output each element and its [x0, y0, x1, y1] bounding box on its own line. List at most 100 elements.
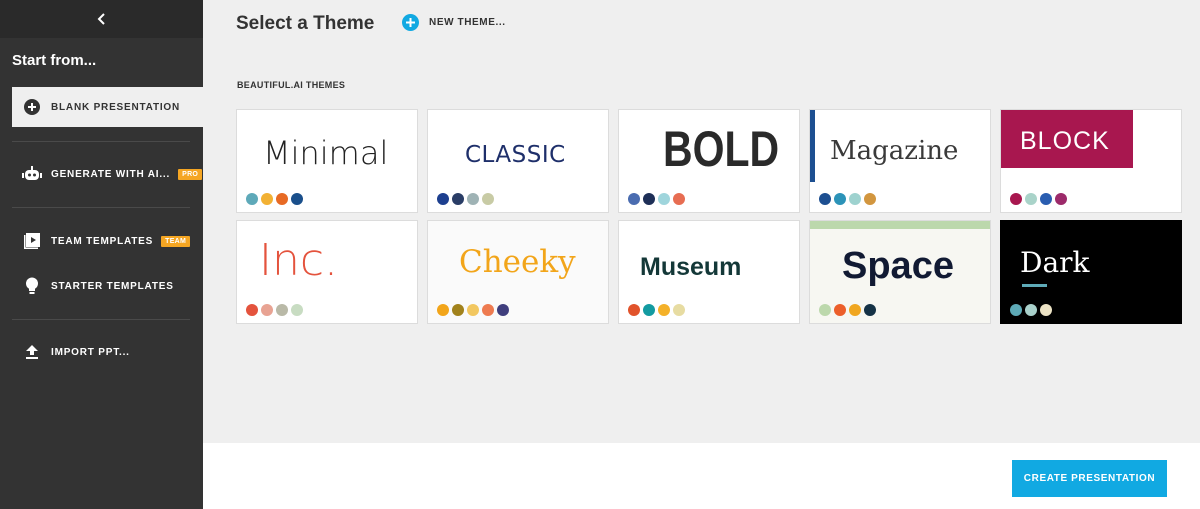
- sidebar-item-import-ppt[interactable]: IMPORT PPT...: [12, 332, 203, 372]
- color-swatch: [864, 193, 876, 205]
- theme-color-swatches: [246, 304, 303, 316]
- theme-card-museum[interactable]: Museum: [618, 220, 800, 324]
- theme-name: Magazine: [830, 136, 959, 166]
- color-swatch: [452, 304, 464, 316]
- color-swatch: [276, 304, 288, 316]
- color-swatch: [1025, 304, 1037, 316]
- theme-color-swatches: [819, 193, 876, 205]
- upload-icon: [22, 342, 42, 362]
- theme-color-swatches: [437, 193, 494, 205]
- chevron-left-icon: [97, 13, 105, 25]
- theme-color-swatches: [246, 193, 303, 205]
- color-swatch: [437, 193, 449, 205]
- color-swatch: [482, 193, 494, 205]
- sidebar-item-starter-templates[interactable]: STARTER TEMPLATES: [12, 266, 203, 306]
- robot-icon: [22, 164, 42, 184]
- theme-card-cheeky[interactable]: Cheeky: [427, 220, 609, 324]
- color-swatch: [437, 304, 449, 316]
- color-swatch: [291, 193, 303, 205]
- theme-color-swatches: [437, 304, 509, 316]
- theme-name: BLOCK: [1020, 127, 1110, 155]
- page-title: Select a Theme: [236, 13, 375, 34]
- color-swatch: [452, 193, 464, 205]
- color-swatch: [291, 304, 303, 316]
- color-swatch: [1010, 304, 1022, 316]
- theme-card-space[interactable]: Space: [809, 220, 991, 324]
- theme-name: Cheeky: [459, 244, 576, 280]
- theme-color-swatches: [628, 304, 685, 316]
- theme-name: Space: [842, 245, 954, 287]
- color-swatch: [849, 193, 861, 205]
- theme-card-minimal[interactable]: Minimal: [236, 109, 418, 213]
- create-presentation-button[interactable]: CREATE PRESENTATION: [1012, 460, 1167, 497]
- color-swatch: [628, 193, 640, 205]
- color-swatch: [1040, 193, 1052, 205]
- accent-bar: [810, 110, 815, 182]
- color-swatch: [482, 304, 494, 316]
- sidebar-item-generate-ai[interactable]: GENERATE WITH AI... PRO: [12, 154, 203, 194]
- theme-name: Inc.: [259, 235, 339, 286]
- theme-card-inc[interactable]: Inc.: [236, 220, 418, 324]
- sidebar-item-label: BLANK PRESENTATION: [51, 101, 181, 113]
- color-swatch: [467, 304, 479, 316]
- new-theme-button[interactable]: NEW THEME...: [402, 14, 506, 31]
- color-swatch: [834, 193, 846, 205]
- accent-underline: [1022, 284, 1047, 287]
- color-swatch: [1040, 304, 1052, 316]
- sidebar-item-label: IMPORT PPT...: [51, 346, 130, 358]
- sidebar-item-label: TEAM TEMPLATES: [51, 235, 154, 247]
- plus-circle-icon: [22, 97, 42, 117]
- start-from-heading: Start from...: [12, 52, 97, 69]
- color-swatch: [1025, 193, 1037, 205]
- color-swatch: [864, 304, 876, 316]
- theme-name: CLASSIC: [465, 142, 566, 168]
- sidebar-item-label: GENERATE WITH AI...: [51, 168, 171, 180]
- color-swatch: [673, 304, 685, 316]
- theme-name: Minimal: [263, 134, 389, 172]
- color-swatch: [1055, 193, 1067, 205]
- lightbulb-icon: [22, 276, 42, 296]
- sidebar-item-label: STARTER TEMPLATES: [51, 280, 174, 292]
- theme-color-swatches: [1010, 193, 1067, 205]
- color-swatch: [643, 304, 655, 316]
- color-swatch: [658, 193, 670, 205]
- color-swatch: [261, 304, 273, 316]
- color-swatch: [834, 304, 846, 316]
- color-swatch: [673, 193, 685, 205]
- pro-badge: PRO: [178, 168, 203, 180]
- theme-card-dark[interactable]: Dark: [1000, 220, 1182, 324]
- back-button[interactable]: [0, 0, 203, 38]
- sidebar-item-team-templates[interactable]: TEAM TEMPLATES TEAM: [12, 221, 203, 261]
- color-swatch: [497, 304, 509, 316]
- color-swatch: [849, 304, 861, 316]
- theme-card-block[interactable]: BLOCK: [1000, 109, 1182, 213]
- theme-name: BOLD: [663, 121, 780, 177]
- theme-name: Museum: [640, 253, 742, 281]
- color-swatch: [643, 193, 655, 205]
- divider: [12, 319, 190, 320]
- play-templates-icon: [22, 231, 42, 251]
- color-swatch: [246, 304, 258, 316]
- color-swatch: [819, 193, 831, 205]
- color-swatch: [628, 304, 640, 316]
- theme-card-classic[interactable]: CLASSIC: [427, 109, 609, 213]
- theme-card-magazine[interactable]: Magazine: [809, 109, 991, 213]
- color-swatch: [246, 193, 258, 205]
- section-label: BEAUTIFUL.AI THEMES: [237, 80, 346, 90]
- theme-name: Dark: [1020, 246, 1090, 279]
- divider: [12, 141, 190, 142]
- color-swatch: [261, 193, 273, 205]
- color-swatch: [658, 304, 670, 316]
- divider: [12, 207, 190, 208]
- theme-card-bold[interactable]: BOLD: [618, 109, 800, 213]
- color-swatch: [276, 193, 288, 205]
- team-badge: TEAM: [161, 235, 191, 247]
- sidebar: Start from... BLANK PRESENTATION GENERAT…: [0, 0, 203, 509]
- accent-stripe: [810, 221, 990, 229]
- theme-color-swatches: [819, 304, 876, 316]
- theme-color-swatches: [1010, 304, 1052, 316]
- sidebar-item-blank-presentation[interactable]: BLANK PRESENTATION: [12, 87, 203, 127]
- new-theme-label: NEW THEME...: [429, 17, 506, 28]
- color-swatch: [819, 304, 831, 316]
- color-swatch: [1010, 193, 1022, 205]
